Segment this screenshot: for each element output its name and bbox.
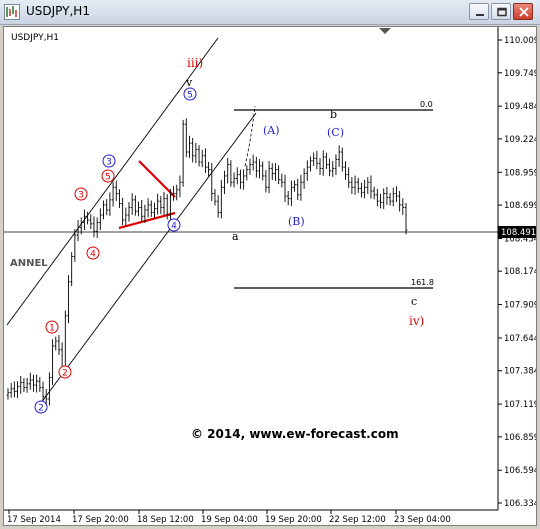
wave-label: (A): [263, 124, 280, 137]
y-tick-label: 108.699: [504, 201, 536, 211]
minimize-icon: [476, 14, 484, 16]
wave-label: 4: [90, 250, 96, 260]
y-tick-label: 107.384: [504, 367, 536, 377]
window-title: USDJPY,H1: [26, 4, 90, 18]
channel-watermark: ANNEL: [10, 258, 48, 269]
y-tick-label: 110.009: [504, 36, 536, 46]
wave-label: (B): [288, 215, 305, 228]
candlestick-chart[interactable]: USDJPY,H1 110.009109.749109.484109.22410…: [4, 27, 536, 525]
y-tick-label: 109.224: [504, 135, 536, 145]
wave-label: a: [232, 230, 239, 243]
x-tick-label: 17 Sep 2014: [7, 515, 61, 525]
copyright-text: © 2014, www.ew-forecast.com: [191, 427, 399, 441]
wave-label: 1: [49, 324, 55, 334]
x-tick-label: 19 Sep 20:00: [265, 515, 322, 525]
y-tick-label: 108.174: [504, 267, 536, 277]
symbol-label: USDJPY,H1: [11, 33, 59, 43]
y-tick-label: 108.959: [504, 168, 536, 178]
wave-label: iii): [187, 56, 203, 70]
wave-label: iv): [409, 314, 424, 328]
x-tick-label: 23 Sep 04:00: [394, 515, 451, 525]
y-tick-label: 106.859: [504, 433, 536, 443]
wave-label: 5: [187, 91, 193, 101]
wave-label: 2: [62, 369, 68, 379]
y-tick-label: 109.749: [504, 69, 536, 79]
level-label-161: 161.8: [411, 278, 434, 287]
wave-label: 3: [106, 158, 112, 168]
chart-area[interactable]: USDJPY,H1 110.009 109.749 109.484 109.224 10…: [3, 26, 537, 526]
title-bar[interactable]: USDJPY,H1: [0, 0, 540, 25]
wave-label: c: [411, 295, 417, 308]
x-tick-label: 19 Sep 04:00: [201, 515, 258, 525]
close-button[interactable]: [513, 3, 533, 20]
x-tick-label: 22 Sep 12:00: [329, 515, 386, 525]
y-axis-ticks: 110.009 109.749 109.484 109.224 108.959 108.6…: [498, 36, 536, 509]
y-tick-label: 109.484: [504, 102, 536, 112]
chart-app-icon: [4, 4, 20, 20]
wave-label: v: [185, 76, 193, 89]
x-tick-label: 17 Sep 20:00: [72, 515, 129, 525]
wave-label: 2: [38, 404, 44, 414]
maximize-icon: [497, 7, 507, 17]
y-tick-label: 106.334: [504, 499, 536, 509]
wave-label: (C): [327, 126, 344, 139]
x-tick-label: 18 Sep 12:00: [137, 515, 194, 525]
y-tick-label: 106.594: [504, 466, 536, 476]
y-tick-label: 107.909: [504, 301, 536, 311]
minimize-button[interactable]: [469, 3, 489, 20]
wave-label: b: [330, 108, 337, 121]
wave-label: 4: [171, 222, 177, 232]
current-price-value: 108.491: [501, 228, 536, 238]
chart-window: USDJPY,H1 USDJPY,H1 110.009 109.749 109.48…: [0, 0, 540, 529]
level-label-0: 0.0: [420, 100, 433, 109]
y-tick-label: 107.644: [504, 334, 536, 344]
maximize-button[interactable]: [491, 3, 511, 20]
wave-label: 5: [105, 173, 111, 183]
wave-label: 3: [78, 191, 84, 201]
close-icon: [519, 7, 529, 17]
y-tick-label: 107.119: [504, 400, 536, 410]
